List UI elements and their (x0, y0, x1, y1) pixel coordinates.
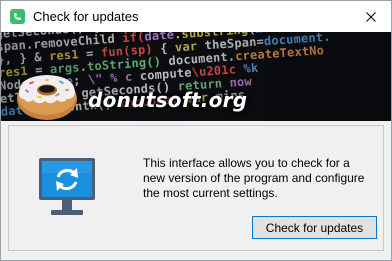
brand-logo-text: donutsoft.org (88, 88, 248, 112)
monitor-refresh-icon (39, 158, 95, 215)
dialog-window: Check for updates getSeconds() { = args.… (0, 0, 392, 261)
donut-icon (17, 75, 77, 120)
window-title: Check for updates (33, 9, 139, 24)
update-panel: This interface allows you to check for a… (8, 125, 384, 251)
title-bar[interactable]: Check for updates (1, 1, 391, 32)
description-text: This interface allows you to check for a… (143, 156, 365, 200)
close-button[interactable] (351, 1, 391, 32)
banner-image: getSeconds() { = args.substring(1), (/va… (1, 32, 391, 121)
close-icon (366, 11, 376, 22)
app-icon (10, 9, 25, 24)
check-for-updates-button[interactable]: Check for updates (252, 216, 377, 239)
